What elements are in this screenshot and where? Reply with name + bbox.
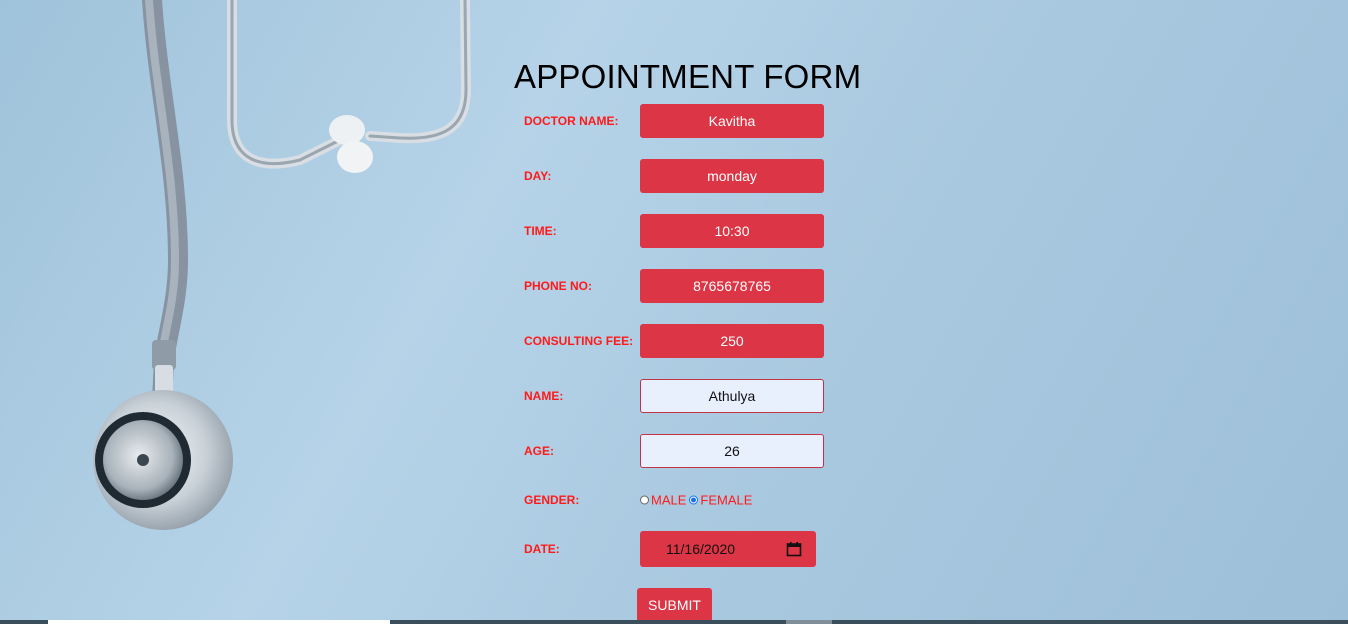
name-row: NAME: Athulya bbox=[524, 379, 834, 413]
gender-label: GENDER: bbox=[524, 493, 580, 507]
gender-row: GENDER: MALE FEMALE bbox=[524, 483, 834, 517]
gender-radio-group: MALE FEMALE bbox=[640, 493, 752, 508]
male-option-label[interactable]: MALE bbox=[651, 493, 686, 508]
phone-row: PHONE NO: 8765678765 bbox=[524, 269, 834, 303]
female-radio[interactable] bbox=[689, 495, 699, 505]
age-label: AGE: bbox=[524, 444, 554, 458]
scrollbar-segment bbox=[786, 620, 832, 624]
fee-label: CONSULTING FEE: bbox=[524, 334, 634, 348]
fee-field[interactable]: 250 bbox=[640, 324, 824, 358]
doctor-name-label: DOCTOR NAME: bbox=[524, 114, 619, 128]
time-label: TIME: bbox=[524, 224, 557, 238]
scrollbar-thumb[interactable] bbox=[48, 620, 390, 624]
date-input[interactable]: 11/16/2020 bbox=[640, 531, 816, 567]
day-row: DAY: monday bbox=[524, 159, 834, 193]
name-input[interactable]: Athulya bbox=[640, 379, 824, 413]
time-field[interactable]: 10:30 bbox=[640, 214, 824, 248]
age-input[interactable]: 26 bbox=[640, 434, 824, 468]
date-value: 11/16/2020 bbox=[666, 541, 736, 557]
page-title: APPOINTMENT FORM bbox=[514, 58, 862, 95]
phone-label: PHONE NO: bbox=[524, 279, 593, 293]
day-field[interactable]: monday bbox=[640, 159, 824, 193]
age-row: AGE: 26 bbox=[524, 434, 834, 468]
calendar-icon[interactable] bbox=[786, 541, 802, 557]
fee-row: CONSULTING FEE: 250 bbox=[524, 324, 834, 358]
date-row: DATE: 11/16/2020 bbox=[524, 531, 834, 567]
day-label: DAY: bbox=[524, 169, 552, 183]
name-label: NAME: bbox=[524, 389, 564, 403]
doctor-name-field[interactable]: Kavitha bbox=[640, 104, 824, 138]
female-option-label[interactable]: FEMALE bbox=[700, 493, 752, 508]
date-label: DATE: bbox=[524, 542, 560, 556]
phone-field[interactable]: 8765678765 bbox=[640, 269, 824, 303]
male-radio[interactable] bbox=[640, 495, 649, 505]
horizontal-scrollbar[interactable] bbox=[0, 620, 1348, 624]
submit-button[interactable]: SUBMIT bbox=[637, 588, 712, 622]
time-row: TIME: 10:30 bbox=[524, 214, 834, 248]
doctor-name-row: DOCTOR NAME: Kavitha bbox=[524, 104, 834, 138]
